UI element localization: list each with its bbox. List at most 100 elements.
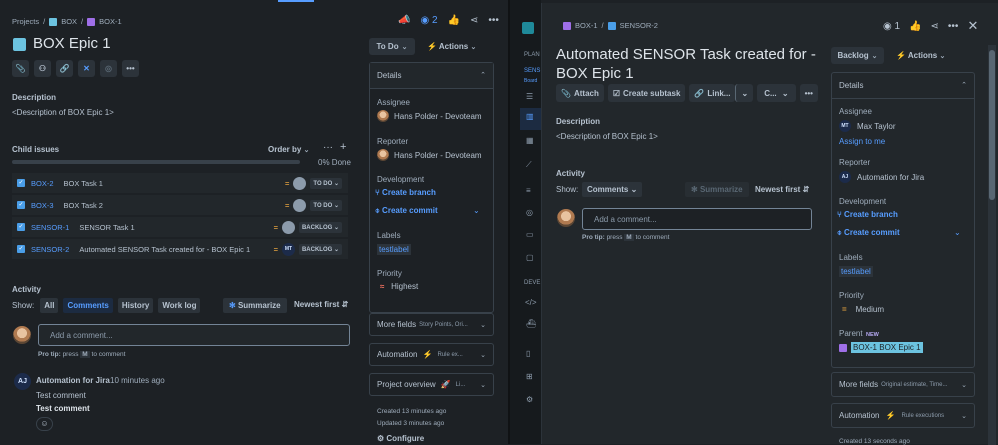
- issue-key[interactable]: BOX-2: [31, 179, 54, 188]
- reporter-value[interactable]: Hans Polder - Devoteam: [394, 151, 482, 160]
- link-icon[interactable]: 🔗: [56, 60, 73, 77]
- automation-panel[interactable]: Automation ⚡ Rule executions ⌄: [831, 403, 975, 428]
- child-issue-icon[interactable]: ⚇: [34, 60, 51, 77]
- create-subtask-button[interactable]: ☑ Create subtask: [607, 84, 686, 102]
- actions-button[interactable]: ⚡ Actions ⌄: [896, 51, 945, 60]
- megaphone-icon[interactable]: 📣: [398, 15, 410, 26]
- status-dropdown[interactable]: BACKLOG ⌄: [298, 243, 342, 255]
- commit-chevron-icon[interactable]: ⌄: [473, 206, 480, 215]
- breadcrumb-projects[interactable]: Projects: [12, 17, 39, 26]
- issue-summary[interactable]: BOX Task 1: [64, 179, 103, 188]
- create-branch-link[interactable]: ⑂ Create branch: [837, 210, 898, 219]
- filter-history[interactable]: History: [117, 298, 154, 313]
- share-icon[interactable]: ⋖: [931, 21, 939, 32]
- target-icon[interactable]: ◎: [100, 60, 117, 77]
- issue-key[interactable]: SENSOR-1: [31, 223, 69, 232]
- add-child-icon[interactable]: +: [340, 141, 346, 153]
- issue-key[interactable]: SENSOR-2: [31, 245, 69, 254]
- details-header[interactable]: Details ⌃: [370, 63, 493, 89]
- breadcrumb-sensor-2[interactable]: SENSOR-2: [620, 21, 658, 30]
- more-icon[interactable]: •••: [948, 21, 959, 32]
- filter-dropdown[interactable]: Comments ⌄: [582, 182, 643, 197]
- pages-icon[interactable]: ▯: [526, 349, 530, 358]
- child-issue-row[interactable]: ✓ BOX-2 BOX Task 1 = TO DO ⌄: [12, 173, 348, 194]
- add-shortcut-icon[interactable]: ⊞: [526, 372, 533, 381]
- add-reaction-icon[interactable]: ☺: [36, 417, 53, 431]
- create-branch-link[interactable]: ⑂ Create branch: [375, 188, 436, 197]
- description-text[interactable]: <Description of BOX Epic 1>: [556, 132, 658, 141]
- label-tag[interactable]: testlabel: [377, 244, 411, 255]
- filter-all[interactable]: All: [40, 298, 59, 313]
- label-tag[interactable]: testlabel: [839, 266, 873, 277]
- calendar-icon[interactable]: ▦: [526, 136, 534, 145]
- scrollbar[interactable]: [988, 45, 996, 445]
- priority-value[interactable]: Medium: [856, 305, 884, 314]
- child-issue-row[interactable]: ✓ SENSOR-2 Automated SENSOR Task created f…: [12, 239, 348, 260]
- like-icon[interactable]: 👍: [448, 15, 460, 26]
- issue-summary[interactable]: Automated SENSOR Task created for - BOX …: [79, 245, 250, 254]
- reporter-value[interactable]: Automation for Jira: [857, 173, 924, 182]
- commit-chevron-icon[interactable]: ⌄: [954, 228, 961, 237]
- assign-to-me-link[interactable]: Assign to me: [839, 137, 885, 146]
- comment-author[interactable]: Automation for Jira: [36, 376, 110, 385]
- watch-button[interactable]: ◉ 1: [883, 21, 900, 32]
- attach-icon[interactable]: 📎: [12, 60, 29, 77]
- details-header[interactable]: Details ⌃: [832, 73, 974, 99]
- scrollbar-thumb[interactable]: [989, 50, 995, 200]
- summarize-button[interactable]: ✻ Summarize: [685, 182, 749, 197]
- more-fields-panel[interactable]: More fields Story Points, Ori... ⌄: [369, 313, 494, 336]
- sidebar-board[interactable]: Board: [524, 78, 537, 84]
- breadcrumb-box-1[interactable]: BOX-1: [575, 21, 598, 30]
- avatar[interactable]: [293, 198, 307, 212]
- sort-button[interactable]: Newest first ⇵: [755, 185, 809, 194]
- child-issue-row[interactable]: ✓ BOX-3 BOX Task 2 = TO DO ⌄: [12, 195, 348, 216]
- avatar[interactable]: [293, 176, 307, 190]
- more-actions-icon[interactable]: •••: [122, 60, 139, 77]
- settings-icon[interactable]: ⚙: [526, 395, 533, 404]
- monitor-icon[interactable]: ▭: [526, 230, 534, 239]
- c-dropdown-button[interactable]: C... ⌄: [757, 84, 796, 102]
- status-dropdown[interactable]: BACKLOG ⌄: [298, 221, 342, 233]
- filter-work-log[interactable]: Work log: [158, 298, 201, 313]
- status-dropdown[interactable]: TO DO ⌄: [310, 177, 342, 189]
- release-icon[interactable]: ▢: [526, 253, 534, 262]
- board-icon[interactable]: ▥: [520, 108, 541, 130]
- timeline-icon[interactable]: ☰: [526, 92, 533, 101]
- actions-button[interactable]: ⚡ Actions ⌄: [427, 42, 476, 51]
- close-icon[interactable]: ✕: [967, 18, 978, 34]
- watch-button[interactable]: ◉ 2: [420, 15, 437, 26]
- summarize-button[interactable]: ✻ Summarize: [223, 298, 287, 313]
- list-icon[interactable]: ≡: [526, 186, 531, 195]
- deploy-icon[interactable]: ⛴: [526, 319, 536, 328]
- sort-button[interactable]: Newest first ⇵: [294, 300, 348, 309]
- comment-input[interactable]: Add a comment...: [582, 208, 812, 230]
- confluence-icon[interactable]: ✕: [78, 60, 95, 77]
- reports-icon[interactable]: ⟋: [526, 160, 532, 170]
- link-button[interactable]: 🔗 Link...: [689, 84, 736, 102]
- share-icon[interactable]: ⋖: [470, 15, 478, 26]
- project-overview-panel[interactable]: Project overview 🚀 Li... ⌄: [369, 373, 494, 396]
- more-fields-panel[interactable]: More fields Original estimate, Time... ⌄: [831, 372, 975, 397]
- automation-panel[interactable]: Automation ⚡ Rule ex... ⌄: [369, 343, 494, 366]
- status-button[interactable]: To Do ⌄: [369, 38, 415, 55]
- link-dropdown[interactable]: ⌄: [735, 84, 754, 102]
- code-icon[interactable]: </>: [525, 298, 537, 307]
- like-icon[interactable]: 👍: [909, 21, 921, 32]
- priority-value[interactable]: Highest: [391, 282, 418, 291]
- parent-link[interactable]: BOX-1 BOX Epic 1: [851, 342, 923, 353]
- configure-button[interactable]: ⚙ Configure: [377, 434, 424, 443]
- project-icon[interactable]: [522, 22, 534, 34]
- assignee-value[interactable]: Max Taylor: [857, 122, 896, 131]
- child-more-icon[interactable]: ···: [323, 142, 333, 153]
- breadcrumb-box-1[interactable]: BOX-1: [99, 17, 122, 26]
- order-by-button[interactable]: Order by ⌄: [268, 145, 309, 154]
- status-button[interactable]: Backlog ⌄: [831, 47, 884, 64]
- comment-input[interactable]: Add a comment...: [38, 324, 350, 346]
- filter-comments[interactable]: Comments: [63, 298, 113, 313]
- breadcrumb-box[interactable]: BOX: [61, 17, 77, 26]
- assignee-value[interactable]: Hans Polder - Devoteam: [394, 112, 482, 121]
- child-issue-row[interactable]: ✓ SENSOR-1 SENSOR Task 1 = BACKLOG ⌄: [12, 217, 348, 238]
- more-actions-button[interactable]: •••: [799, 84, 818, 102]
- avatar[interactable]: [281, 220, 295, 234]
- attach-button[interactable]: 📎 Attach: [556, 84, 604, 102]
